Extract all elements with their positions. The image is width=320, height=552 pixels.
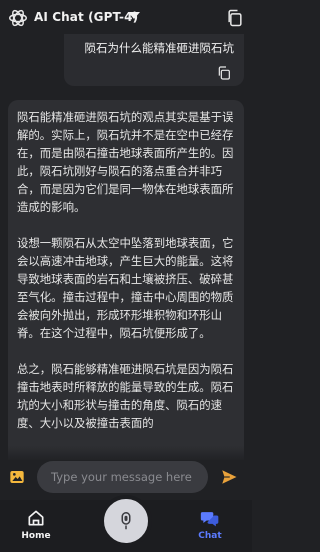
voice-input-button[interactable] xyxy=(100,495,152,547)
assistant-paragraph: 总之，陨石能够精准砸进陨石坑是因为陨石撞击地表时所释放的能量导致的生成。陨石坑的… xyxy=(17,362,234,430)
nav-chat-label: Chat xyxy=(198,531,222,541)
home-icon xyxy=(28,510,44,526)
openai-logo-icon xyxy=(9,9,27,27)
send-icon[interactable] xyxy=(220,468,238,486)
microphone-icon xyxy=(121,512,131,530)
assistant-message-text: 陨石能精准砸进陨石坑的观点其实是基于误解的。实际上，陨石坑并不是在空中已经存在，… xyxy=(8,100,244,432)
copy-icon[interactable] xyxy=(216,65,232,81)
nav-home[interactable]: Home xyxy=(14,508,58,548)
message-input[interactable] xyxy=(37,461,208,493)
user-message-bubble: 陨石为什么能精准砸进陨石坑 xyxy=(64,34,244,86)
copy-settings-icon[interactable] xyxy=(225,8,245,28)
chat-app: AI Chat (GPT-4) 陨石为什么能精准砸进陨石坑 陨石能精准砸进陨石坑… xyxy=(0,0,252,552)
nav-chat[interactable]: Chat xyxy=(188,508,232,548)
nav-home-label: Home xyxy=(21,531,51,541)
scroll-fade xyxy=(8,446,244,460)
user-message-text: 陨石为什么能精准砸进陨石坑 xyxy=(84,41,235,55)
chat-bubbles-icon xyxy=(200,512,219,527)
image-upload-icon[interactable] xyxy=(9,469,25,485)
message-input-row xyxy=(0,461,252,493)
app-title[interactable]: AI Chat (GPT-4) xyxy=(34,10,138,24)
assistant-paragraph: 陨石能精准砸进陨石坑的观点其实是基于误解的。实际上，陨石坑并不是在空中已经存在，… xyxy=(17,110,234,214)
assistant-paragraph: 设想一颗陨石从太空中坠落到地球表面，它会以高速冲击地球，产生巨大的能量。这将导致… xyxy=(17,236,234,340)
caret-down-icon[interactable] xyxy=(128,12,140,19)
header-bar: AI Chat (GPT-4) xyxy=(0,0,252,36)
assistant-message-bubble: 陨石能精准砸进陨石坑的观点其实是基于误解的。实际上，陨石坑并不是在空中已经存在，… xyxy=(8,100,244,460)
